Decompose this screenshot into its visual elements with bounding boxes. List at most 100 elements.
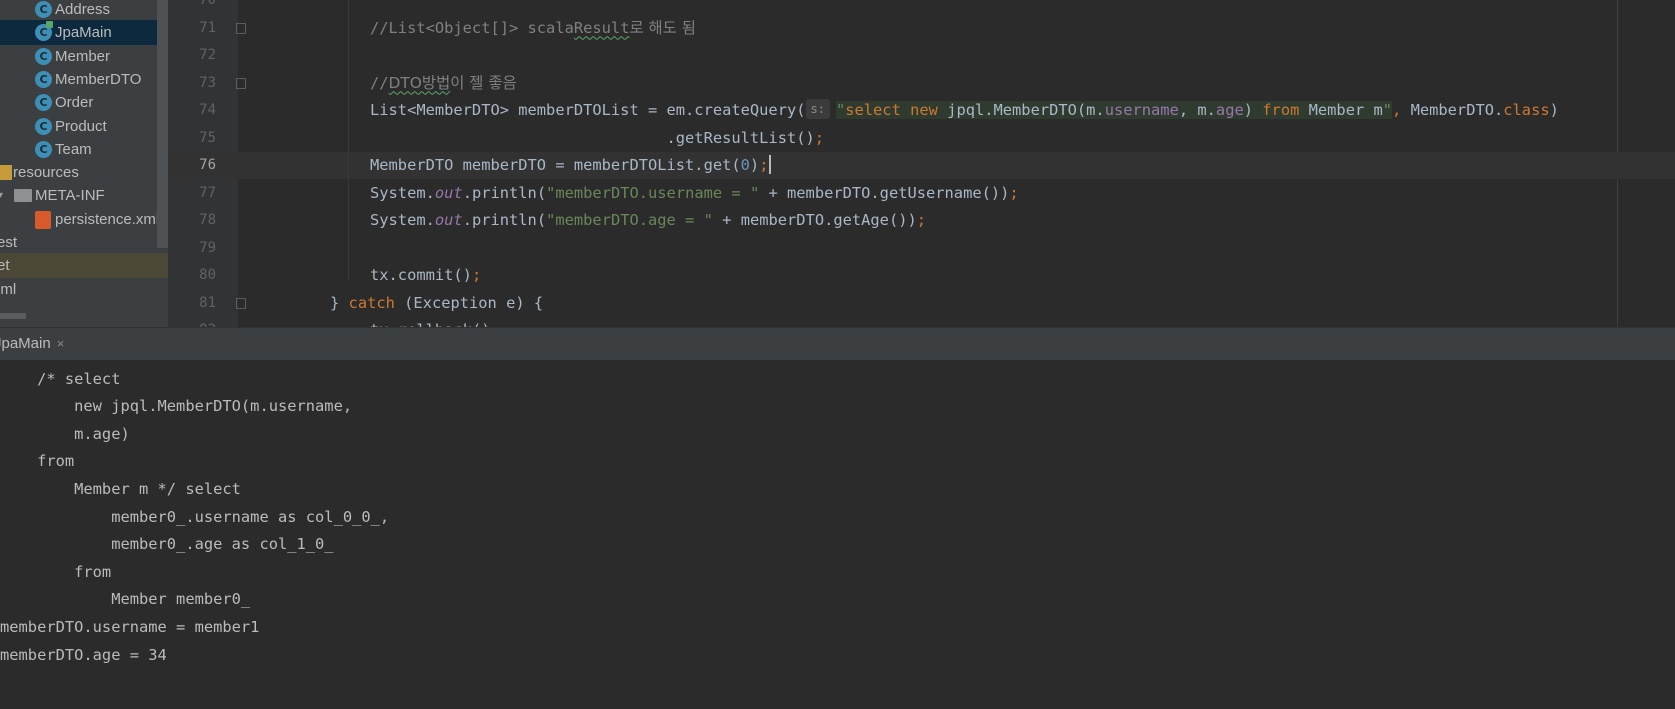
code-token: ;: [1009, 183, 1019, 202]
expand-caret-icon[interactable]: ▾: [0, 183, 3, 208]
class-icon: C: [35, 117, 52, 135]
code-token: DTO방법: [388, 73, 451, 92]
fold-marker-icon[interactable]: [236, 77, 246, 89]
code-text: MemberDTO memberDTO = memberDTOList.get(…: [370, 152, 772, 179]
line-number: 77: [199, 184, 216, 201]
code-token: from: [1262, 101, 1309, 119]
run-marker-icon: [46, 21, 53, 29]
code-token: .getResultList(): [370, 128, 815, 147]
indent-guide: [348, 0, 349, 280]
close-icon[interactable]: ×: [57, 336, 65, 351]
console-line: from: [0, 562, 112, 581]
console-line: memberDTO.username = member1: [0, 618, 260, 636]
project-item-order[interactable]: C Order: [0, 90, 168, 115]
fold-marker-icon[interactable]: [236, 297, 246, 309]
run-tool-window-header: JpaMain ×: [0, 327, 1675, 360]
line-number: 78: [199, 212, 216, 228]
project-item-member[interactable]: C Member: [0, 44, 168, 69]
project-item-label: Product: [55, 117, 107, 135]
code-line[interactable]: 79: [168, 235, 1675, 262]
project-item-resources[interactable]: resources: [0, 160, 168, 185]
project-item-iml[interactable]: iml: [0, 277, 168, 302]
code-token: class: [1503, 101, 1550, 119]
code-token: ): [1243, 101, 1263, 119]
code-token: List<MemberDTO> memberDTOList = em.creat…: [370, 101, 806, 119]
code-token: System.: [370, 211, 435, 229]
console-line: member0_.age as col_1_0_: [0, 535, 343, 554]
code-line[interactable]: 76 MemberDTO memberDTO = memberDTOList.ge…: [168, 152, 1675, 179]
project-horizontal-scrollbar[interactable]: [0, 313, 26, 319]
code-text: List<MemberDTO> memberDTOList = em.creat…: [370, 97, 1559, 124]
line-number: 75: [199, 129, 216, 146]
code-line[interactable]: 72: [168, 42, 1675, 69]
console-line: Member m */ select: [0, 480, 241, 498]
code-line[interactable]: 70: [168, 0, 1675, 14]
project-item-product[interactable]: C Product: [0, 114, 168, 139]
project-item-label: Team: [55, 140, 92, 158]
code-text: } catch (Exception e) {: [330, 290, 543, 317]
project-item-jpamain[interactable]: C JpaMain: [0, 20, 168, 46]
project-item-label: JpaMain: [55, 24, 112, 42]
code-line[interactable]: 71 //List<Object[]> scalaResult로 해도 됨: [168, 15, 1675, 42]
project-item-label: iml: [0, 280, 17, 298]
code-token: tx.commit(): [370, 266, 472, 284]
code-line[interactable]: 81} catch (Exception e) {: [168, 290, 1675, 317]
code-line[interactable]: 80 tx.commit();: [168, 262, 1675, 289]
code-token: "memberDTO.age = ": [546, 211, 713, 229]
project-item-memberdto[interactable]: C MemberDTO: [0, 67, 168, 92]
code-token: "memberDTO.username = ": [546, 183, 760, 202]
code-token: out: [434, 183, 463, 202]
project-item-persistence-xml[interactable]: persistence.xml: [0, 207, 168, 232]
line-number: 71: [199, 19, 216, 36]
line-number: 80: [199, 267, 216, 283]
class-icon: C: [35, 1, 52, 18]
code-line[interactable]: 73 //DTO방법이 젤 좋음: [168, 70, 1675, 97]
code-line[interactable]: 74 List<MemberDTO> memberDTOList = em.cre…: [168, 97, 1675, 124]
code-token: ;: [759, 156, 769, 174]
line-number: 79: [199, 239, 216, 256]
project-item-address[interactable]: C Address: [0, 0, 168, 22]
run-tab-jpamain[interactable]: JpaMain ×: [0, 328, 72, 360]
code-line[interactable]: 78 System.out.println("memberDTO.age = " …: [168, 207, 1675, 234]
code-line[interactable]: 75 .getResultList();: [168, 125, 1675, 152]
project-item-label: est: [0, 234, 18, 251]
project-tree-panel: C Address C JpaMain C Member C MemberDTO C Order C…: [0, 0, 168, 327]
code-token: MemberDTO memberDTO = memberDTOList.get(: [370, 156, 741, 174]
code-text: //List<Object[]> scalaResult로 해도 됨: [370, 15, 696, 42]
code-token: .println(: [462, 183, 547, 202]
code-line[interactable]: 77 System.out.println("memberDTO.username…: [168, 180, 1675, 207]
code-token: ": [1382, 101, 1393, 119]
project-item-team[interactable]: C Team: [0, 137, 168, 162]
run-console[interactable]: Hibernate: /* select new jpql.MemberDTO(…: [0, 360, 1675, 709]
code-text: System.out.println("memberDTO.age = " + …: [370, 207, 926, 234]
project-item-label: META-INF: [35, 187, 105, 205]
code-token: , m.: [1178, 101, 1216, 119]
project-scrollbar[interactable]: [157, 0, 168, 248]
code-token: ;: [471, 266, 482, 284]
code-token: Member m: [1308, 101, 1383, 119]
folder-icon: [14, 189, 32, 203]
project-item-est[interactable]: est: [0, 230, 168, 255]
console-line: memberDTO.age = 34: [0, 645, 167, 664]
project-item-label: resources: [13, 164, 79, 182]
code-token: //: [370, 73, 389, 92]
code-text: tx.rollback();: [370, 317, 500, 327]
code-token: MemberDTO.: [1410, 101, 1504, 119]
project-item-label: MemberDTO: [55, 70, 142, 88]
xml-file-icon: [35, 210, 51, 229]
code-token: + memberDTO.getAge()): [712, 211, 917, 229]
project-item-label: Order: [55, 94, 94, 112]
project-item-et[interactable]: et: [0, 253, 168, 279]
fold-marker-icon[interactable]: [236, 22, 246, 34]
line-number: 76: [199, 157, 216, 173]
project-item-meta-inf[interactable]: ▾ META-INF: [0, 183, 168, 208]
code-editor[interactable]: 70 71 //List<Object[]> scalaResult로 해도 됨 72…: [168, 0, 1675, 327]
console-line: Hibernate:: [0, 360, 102, 365]
code-text: .getResultList();: [370, 125, 825, 152]
code-line[interactable]: 82 tx.rollback();: [168, 317, 1675, 327]
line-number: 74: [199, 102, 216, 118]
code-token: username: [1104, 101, 1179, 119]
class-icon: C: [35, 140, 52, 158]
code-text: tx.commit();: [370, 262, 481, 289]
run-tab-label: JpaMain: [0, 335, 51, 352]
